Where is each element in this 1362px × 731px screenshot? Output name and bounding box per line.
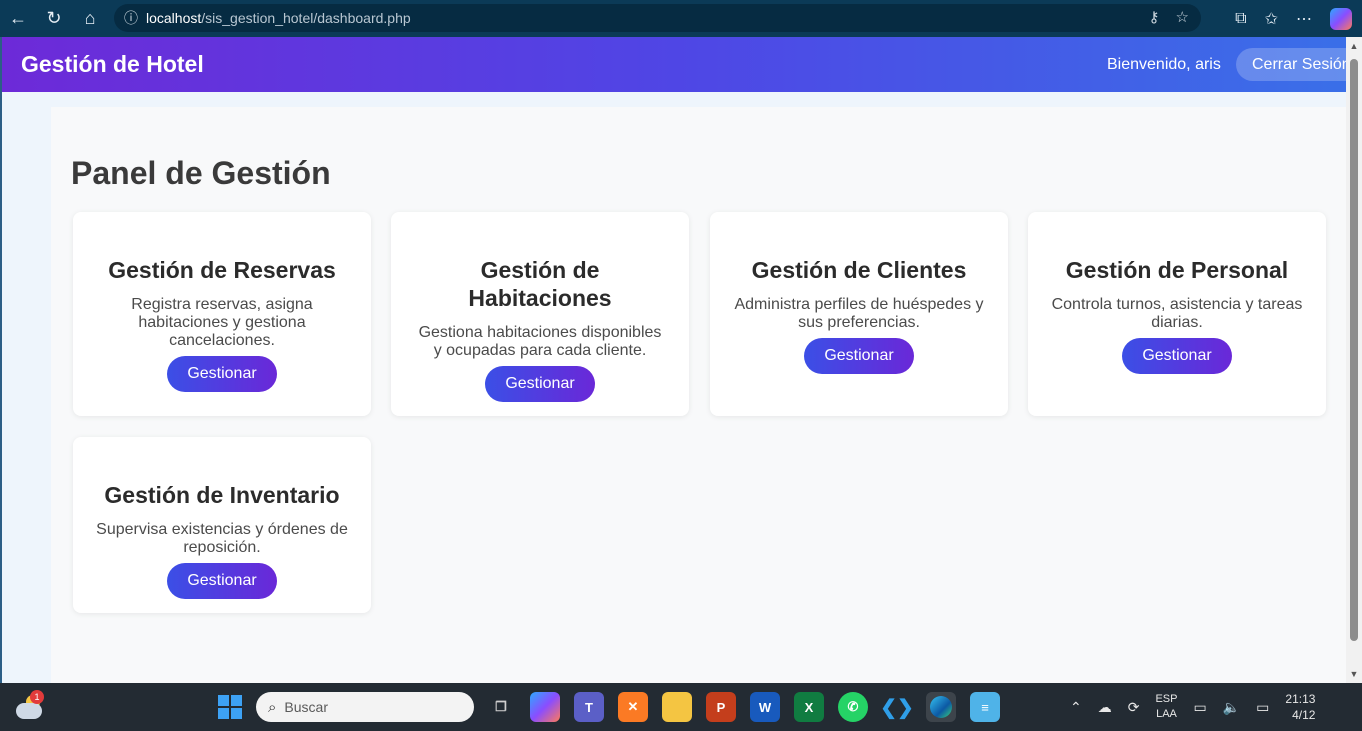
page-viewport: Gestión de Hotel Bienvenido, aris Cerrar… xyxy=(0,37,1362,683)
teams-icon[interactable]: T xyxy=(574,692,604,722)
word-icon[interactable]: W xyxy=(750,692,780,722)
scroll-down-arrow-icon[interactable]: ▼ xyxy=(1349,669,1359,679)
onedrive-icon[interactable]: ☁ xyxy=(1098,699,1112,716)
logout-button[interactable]: Cerrar Sesión xyxy=(1236,48,1362,81)
welcome-text: Bienvenido, aris xyxy=(1107,55,1221,73)
card-title: Gestión de Reservas xyxy=(108,257,336,283)
back-icon[interactable]: ← xyxy=(0,0,36,37)
card-title: Gestión de Clientes xyxy=(751,257,967,283)
vscode-icon[interactable]: ❮❯ xyxy=(880,692,914,722)
url-path: /sis_gestion_hotel/dashboard.php xyxy=(201,10,411,26)
card-habitaciones: Gestión de Habitaciones Gestiona habitac… xyxy=(391,212,689,416)
keyboard-layout: LAA xyxy=(1156,708,1177,720)
brand-title: Gestión de Hotel xyxy=(21,51,204,77)
search-icon: ⌕ xyxy=(268,698,277,716)
edge-icon[interactable] xyxy=(926,692,956,722)
scroll-up-arrow-icon[interactable]: ▲ xyxy=(1349,41,1359,51)
extensions-icon[interactable]: ⧉ xyxy=(1235,10,1246,28)
manage-inventario-button[interactable]: Gestionar xyxy=(167,563,277,599)
favorites-icon[interactable]: ✩ xyxy=(1265,9,1278,29)
clock-date: 4/12 xyxy=(1292,708,1316,722)
start-menu-icon[interactable] xyxy=(218,695,242,719)
whatsapp-icon[interactable]: ✆ xyxy=(838,692,868,722)
manage-personal-button[interactable]: Gestionar xyxy=(1122,338,1232,374)
card-title: Gestión de Inventario xyxy=(104,482,340,508)
task-view-icon[interactable]: ❐ xyxy=(486,692,516,722)
manage-reservas-button[interactable]: Gestionar xyxy=(167,356,277,392)
card-title: Gestión de Personal xyxy=(1065,257,1289,283)
card-description: Registra reservas, asigna habitaciones y… xyxy=(131,296,313,349)
copilot-app-icon[interactable] xyxy=(530,692,560,722)
site-info-icon[interactable]: ⓘ xyxy=(124,8,138,28)
weather-icon[interactable]: 1 xyxy=(16,690,44,719)
key-icon[interactable]: ⚷ xyxy=(1149,8,1160,26)
app-header: Gestión de Hotel Bienvenido, aris Cerrar… xyxy=(2,37,1362,92)
manage-clientes-button[interactable]: Gestionar xyxy=(804,338,914,374)
card-clientes: Gestión de Clientes Administra perfiles … xyxy=(710,212,1008,416)
language-indicator[interactable]: ESP LAA xyxy=(1155,692,1177,722)
reload-icon[interactable]: ↻ xyxy=(36,0,72,37)
network-icon[interactable]: ▭ xyxy=(1193,699,1206,716)
file-explorer-icon[interactable] xyxy=(662,692,692,722)
clock[interactable]: 21:13 4/12 xyxy=(1285,691,1315,723)
card-reservas: Gestión de Reservas Registra reservas, a… xyxy=(73,212,371,416)
xampp-icon[interactable]: ✕ xyxy=(618,692,648,722)
card-description: Administra perfiles de huéspedes y sus p… xyxy=(734,296,984,331)
card-description: Gestiona habitaciones disponibles y ocup… xyxy=(418,324,662,359)
address-bar[interactable]: ⓘ localhost/sis_gestion_hotel/dashboard.… xyxy=(114,4,1201,32)
scroll-thumb[interactable] xyxy=(1350,59,1358,641)
card-title: Gestión de Habitaciones xyxy=(468,257,612,311)
search-placeholder: Buscar xyxy=(284,699,328,715)
browser-toolbar: ← ↻ ⌂ ⓘ localhost/sis_gestion_hotel/dash… xyxy=(0,0,1362,37)
battery-icon[interactable]: ▭ xyxy=(1256,699,1269,716)
copilot-icon[interactable] xyxy=(1330,7,1352,30)
page-title: Panel de Gestión xyxy=(71,155,331,191)
powerpoint-icon[interactable]: P xyxy=(706,692,736,722)
manage-habitaciones-button[interactable]: Gestionar xyxy=(485,366,595,402)
home-icon[interactable]: ⌂ xyxy=(72,0,108,37)
favorite-star-icon[interactable]: ☆ xyxy=(1176,8,1189,26)
show-hidden-icons-icon[interactable]: ⌃ xyxy=(1070,699,1082,716)
card-personal: Gestión de Personal Controla turnos, asi… xyxy=(1028,212,1326,416)
taskbar-search[interactable]: ⌕ Buscar xyxy=(256,692,474,722)
url-host: localhost xyxy=(146,10,202,26)
language-code: ESP xyxy=(1155,693,1178,705)
card-description: Supervisa existencias y órdenes de repos… xyxy=(96,521,348,556)
volume-icon[interactable]: 🔈 xyxy=(1223,699,1240,716)
sync-icon[interactable]: ⟳ xyxy=(1128,699,1140,716)
more-menu-icon[interactable]: ⋯ xyxy=(1296,9,1312,29)
excel-icon[interactable]: X xyxy=(794,692,824,722)
card-inventario: Gestión de Inventario Supervisa existenc… xyxy=(73,437,371,613)
windows-taskbar: 1 ⌕ Buscar ❐ T ✕ P W X ✆ ❮❯ ≡ ⌃ ☁ ⟳ ESP … xyxy=(0,683,1362,731)
notification-badge: 1 xyxy=(30,690,44,704)
clock-time: 21:13 xyxy=(1285,692,1316,706)
card-description: Controla turnos, asistencia y tareas dia… xyxy=(1051,296,1303,331)
vertical-scrollbar[interactable]: ▲ ▼ xyxy=(1346,37,1362,683)
dashboard-container: Panel de Gestión Gestión de Reservas Reg… xyxy=(51,107,1348,683)
notepad-icon[interactable]: ≡ xyxy=(970,692,1000,722)
